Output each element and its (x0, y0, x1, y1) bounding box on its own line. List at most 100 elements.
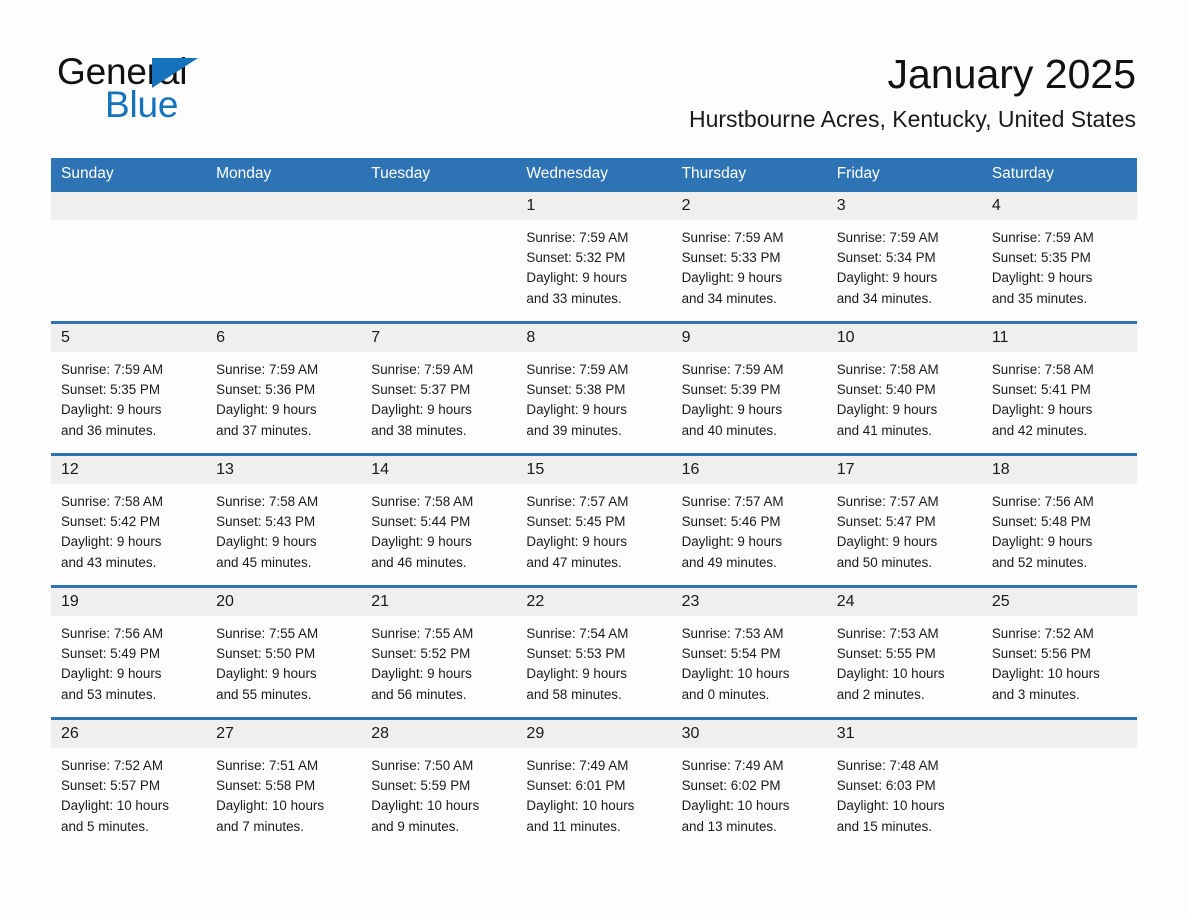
day-cell[interactable]: 30 Sunrise: 7:49 AM Sunset: 6:02 PM Dayl… (671, 720, 827, 849)
daylight-text-line2: and 41 minutes. (836, 422, 932, 438)
day-cell[interactable]: 27 Sunrise: 7:51 AM Sunset: 5:58 PM Dayl… (206, 720, 362, 849)
day-cell[interactable]: 13 Sunrise: 7:58 AM Sunset: 5:43 PM Dayl… (206, 456, 362, 585)
day-cell[interactable]: 24 Sunrise: 7:53 AM Sunset: 5:55 PM Dayl… (826, 588, 982, 717)
daylight-text-line1: Daylight: 9 hours (61, 402, 162, 418)
day-cell[interactable]: 21 Sunrise: 7:55 AM Sunset: 5:52 PM Dayl… (361, 588, 517, 717)
sunset-text: Sunset: 5:57 PM (61, 778, 160, 794)
day-details: Sunrise: 7:57 AM Sunset: 5:45 PM Dayligh… (516, 484, 671, 573)
day-cell[interactable]: 28 Sunrise: 7:50 AM Sunset: 5:59 PM Dayl… (361, 720, 517, 849)
day-details: Sunrise: 7:52 AM Sunset: 5:56 PM Dayligh… (982, 616, 1137, 705)
day-cell[interactable]: 23 Sunrise: 7:53 AM Sunset: 5:54 PM Dayl… (671, 588, 827, 717)
day-details: Sunrise: 7:58 AM Sunset: 5:44 PM Dayligh… (361, 484, 516, 573)
sunrise-text: Sunrise: 7:57 AM (836, 494, 939, 509)
day-cell[interactable]: 3 Sunrise: 7:59 AM Sunset: 5:34 PM Dayli… (826, 192, 982, 321)
daylight-text-line1: Daylight: 9 hours (371, 402, 472, 418)
day-details: Sunrise: 7:59 AM Sunset: 5:34 PM Dayligh… (827, 220, 982, 309)
day-number-band: 16 (671, 456, 827, 484)
day-cell[interactable]: 14 Sunrise: 7:58 AM Sunset: 5:44 PM Dayl… (361, 456, 517, 585)
daylight-text-line2: and 53 minutes. (61, 686, 157, 702)
day-cell[interactable]: 1 Sunrise: 7:59 AM Sunset: 5:32 PM Dayli… (516, 192, 672, 321)
day-cell[interactable]: 16 Sunrise: 7:57 AM Sunset: 5:46 PM Dayl… (671, 456, 827, 585)
day-cell[interactable]: 15 Sunrise: 7:57 AM Sunset: 5:45 PM Dayl… (516, 456, 672, 585)
sunrise-text: Sunrise: 7:59 AM (681, 362, 784, 377)
sunset-text: Sunset: 6:02 PM (681, 778, 781, 794)
day-cell[interactable]: 7 Sunrise: 7:59 AM Sunset: 5:37 PM Dayli… (361, 324, 517, 453)
sunset-text: Sunset: 5:34 PM (836, 250, 936, 266)
sunset-text: Sunset: 5:39 PM (681, 382, 781, 398)
daylight-text-line2: and 39 minutes. (526, 422, 622, 438)
daylight-text-line2: and 13 minutes. (681, 818, 777, 834)
day-cell[interactable]: 17 Sunrise: 7:57 AM Sunset: 5:47 PM Dayl… (826, 456, 982, 585)
day-cell[interactable]: 29 Sunrise: 7:49 AM Sunset: 6:01 PM Dayl… (516, 720, 672, 849)
day-cell[interactable]: 22 Sunrise: 7:54 AM Sunset: 5:53 PM Dayl… (516, 588, 672, 717)
day-cell[interactable]: 25 Sunrise: 7:52 AM Sunset: 5:56 PM Dayl… (981, 588, 1137, 717)
sunrise-text: Sunrise: 7:48 AM (836, 758, 939, 773)
sunset-text: Sunset: 5:48 PM (991, 514, 1091, 530)
daylight-text-line1: Daylight: 9 hours (526, 666, 627, 682)
day-cell[interactable]: 19 Sunrise: 7:56 AM Sunset: 5:49 PM Dayl… (51, 588, 207, 717)
sunset-text: Sunset: 5:46 PM (681, 514, 781, 530)
sunset-text: Sunset: 5:52 PM (371, 646, 471, 662)
sunset-text: Sunset: 5:42 PM (61, 514, 160, 530)
day-number: 26 (61, 725, 79, 742)
title-block: January 2025 Hurstbourne Acres, Kentucky… (376, 50, 1136, 134)
day-number: 15 (526, 461, 545, 478)
day-cell[interactable]: 12 Sunrise: 7:58 AM Sunset: 5:42 PM Dayl… (51, 456, 207, 585)
day-details: Sunrise: 7:59 AM Sunset: 5:37 PM Dayligh… (361, 352, 516, 441)
daylight-text-line2: and 45 minutes. (216, 554, 312, 570)
daylight-text-line2: and 2 minutes. (836, 686, 925, 702)
daylight-text-line2: and 40 minutes. (681, 422, 777, 438)
daylight-text-line1: Daylight: 10 hours (61, 798, 169, 814)
day-number-band: 27 (206, 720, 362, 748)
daylight-text-line1: Daylight: 9 hours (371, 666, 472, 682)
day-number-band: 20 (206, 588, 362, 616)
day-number-band: 25 (981, 588, 1137, 616)
day-number: 8 (526, 329, 536, 346)
day-cell[interactable]: 10 Sunrise: 7:58 AM Sunset: 5:40 PM Dayl… (826, 324, 982, 453)
day-cell[interactable] (981, 720, 1137, 849)
sunset-text: Sunset: 5:41 PM (991, 382, 1091, 398)
day-number: 30 (681, 725, 700, 742)
day-cell[interactable] (51, 192, 207, 321)
day-number: 6 (216, 329, 226, 346)
sunrise-text: Sunrise: 7:58 AM (371, 494, 474, 509)
daylight-text-line2: and 42 minutes. (991, 422, 1088, 438)
day-number: 27 (216, 725, 234, 742)
daylight-text-line1: Daylight: 10 hours (526, 798, 635, 814)
day-cell[interactable]: 9 Sunrise: 7:59 AM Sunset: 5:39 PM Dayli… (671, 324, 827, 453)
day-number: 11 (991, 329, 1009, 346)
day-number-band (361, 192, 517, 220)
day-details: Sunrise: 7:51 AM Sunset: 5:58 PM Dayligh… (206, 748, 361, 837)
day-cell[interactable]: 8 Sunrise: 7:59 AM Sunset: 5:38 PM Dayli… (516, 324, 672, 453)
daylight-text-line1: Daylight: 9 hours (371, 534, 472, 550)
sunset-text: Sunset: 5:32 PM (526, 250, 626, 266)
day-cell[interactable]: 2 Sunrise: 7:59 AM Sunset: 5:33 PM Dayli… (671, 192, 827, 321)
day-number: 20 (216, 593, 234, 610)
day-details: Sunrise: 7:59 AM Sunset: 5:38 PM Dayligh… (516, 352, 671, 441)
day-number-band: 12 (51, 456, 207, 484)
day-number-band: 26 (51, 720, 207, 748)
day-number: 10 (836, 329, 855, 346)
daylight-text-line1: Daylight: 10 hours (681, 798, 790, 814)
day-cell[interactable]: 4 Sunrise: 7:59 AM Sunset: 5:35 PM Dayli… (981, 192, 1137, 321)
general-blue-logo: General Blue (57, 52, 387, 130)
daylight-text-line2: and 34 minutes. (681, 290, 777, 306)
day-cell[interactable]: 11 Sunrise: 7:58 AM Sunset: 5:41 PM Dayl… (981, 324, 1137, 453)
daylight-text-line1: Daylight: 9 hours (216, 666, 317, 682)
day-number: 16 (681, 461, 700, 478)
daylight-text-line1: Daylight: 9 hours (526, 534, 627, 550)
day-cell[interactable]: 18 Sunrise: 7:56 AM Sunset: 5:48 PM Dayl… (981, 456, 1137, 585)
daylight-text-line1: Daylight: 9 hours (836, 402, 938, 418)
day-cell[interactable]: 6 Sunrise: 7:59 AM Sunset: 5:36 PM Dayli… (206, 324, 362, 453)
day-cell[interactable]: 26 Sunrise: 7:52 AM Sunset: 5:57 PM Dayl… (51, 720, 207, 849)
day-details: Sunrise: 7:59 AM Sunset: 5:35 PM Dayligh… (982, 220, 1137, 309)
day-cell[interactable] (361, 192, 517, 321)
daylight-text-line2: and 38 minutes. (371, 422, 467, 438)
day-cell[interactable] (206, 192, 362, 321)
day-cell[interactable]: 20 Sunrise: 7:55 AM Sunset: 5:50 PM Dayl… (206, 588, 362, 717)
day-cell[interactable]: 5 Sunrise: 7:59 AM Sunset: 5:35 PM Dayli… (51, 324, 207, 453)
day-cell[interactable]: 31 Sunrise: 7:48 AM Sunset: 6:03 PM Dayl… (826, 720, 982, 849)
sunrise-text: Sunrise: 7:58 AM (216, 494, 319, 509)
day-number-band: 30 (671, 720, 827, 748)
day-details: Sunrise: 7:53 AM Sunset: 5:54 PM Dayligh… (672, 616, 827, 705)
